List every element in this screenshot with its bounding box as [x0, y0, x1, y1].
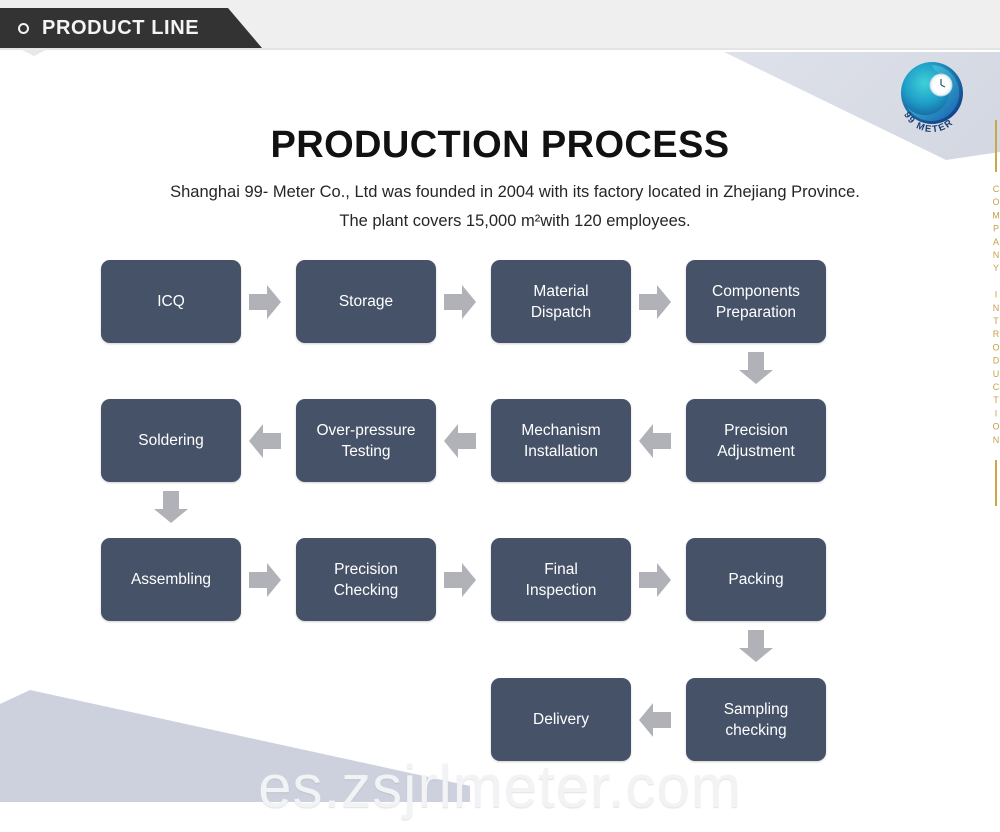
- flow-node-precision-adjustment: Precision Adjustment: [686, 399, 826, 482]
- flow-node-label: Delivery: [533, 711, 589, 728]
- flow-arrow-precision-adjustment-to-mechanism-installation: [639, 424, 671, 458]
- flow-arrow-material-dispatch-to-components-preparation: [639, 285, 671, 319]
- flow-node-storage: Storage: [296, 260, 436, 343]
- flow-node-label: Packing: [728, 571, 784, 588]
- flow-arrow-precision-checking-to-final-inspection: [444, 563, 476, 597]
- flow-node-label: Precision Checking: [333, 560, 399, 599]
- flow-arrow-components-preparation-to-precision-adjustment: [739, 352, 773, 384]
- product-line-page: PRODUCT LINE 99 METER COMPANY INTRODUCTI…: [0, 0, 1000, 832]
- flow-node-label: Mechanism Installation: [521, 421, 601, 460]
- flow-arrow-final-inspection-to-packing: [639, 563, 671, 597]
- flow-node-label: Storage: [338, 293, 394, 310]
- flow-node-icq: ICQ: [101, 260, 241, 343]
- flow-node-delivery: Delivery: [491, 678, 631, 761]
- flow-arrow-storage-to-material-dispatch: [444, 285, 476, 319]
- flow-node-label: Final Inspection: [525, 560, 597, 599]
- flow-arrow-packing-to-sampling-checking: [739, 630, 773, 662]
- flow-arrow-assembling-to-precision-checking: [249, 563, 281, 597]
- flow-node-soldering: Soldering: [101, 399, 241, 482]
- flow-node-label: ICQ: [157, 293, 185, 310]
- production-process-flowchart: ICQ Storage Material Dispatch Components Prep…: [0, 0, 1000, 832]
- flow-node-label: Material Dispatch: [530, 282, 592, 321]
- flow-node-label: Sampling checking: [723, 700, 789, 739]
- flow-arrow-mechanism-installation-to-over-pressure-testing: [444, 424, 476, 458]
- flow-node-mechanism-installation: Mechanism Installation: [491, 399, 631, 482]
- flow-node-sampling-checking: Sampling checking: [686, 678, 826, 761]
- flow-node-material-dispatch: Material Dispatch: [491, 260, 631, 343]
- flow-node-final-inspection: Final Inspection: [491, 538, 631, 621]
- flow-node-assembling: Assembling: [101, 538, 241, 621]
- flow-node-components-preparation: Components Preparation: [686, 260, 826, 343]
- flow-arrow-soldering-to-assembling: [154, 491, 188, 523]
- flow-node-over-pressure-testing: Over-pressure Testing: [296, 399, 436, 482]
- flow-arrow-sampling-checking-to-delivery: [639, 703, 671, 737]
- flow-node-label: Precision Adjustment: [717, 421, 795, 460]
- flow-node-label: Soldering: [138, 432, 204, 449]
- flow-arrow-over-pressure-testing-to-soldering: [249, 424, 281, 458]
- flow-node-packing: Packing: [686, 538, 826, 621]
- flow-node-label: Assembling: [130, 571, 212, 588]
- site-watermark: es.zsjrlmeter.com: [258, 753, 742, 820]
- flow-arrow-icq-to-storage: [249, 285, 281, 319]
- flow-node-precision-checking: Precision Checking: [296, 538, 436, 621]
- flow-node-label: Components Preparation: [712, 282, 800, 321]
- flow-node-label: Over-pressure Testing: [316, 421, 416, 460]
